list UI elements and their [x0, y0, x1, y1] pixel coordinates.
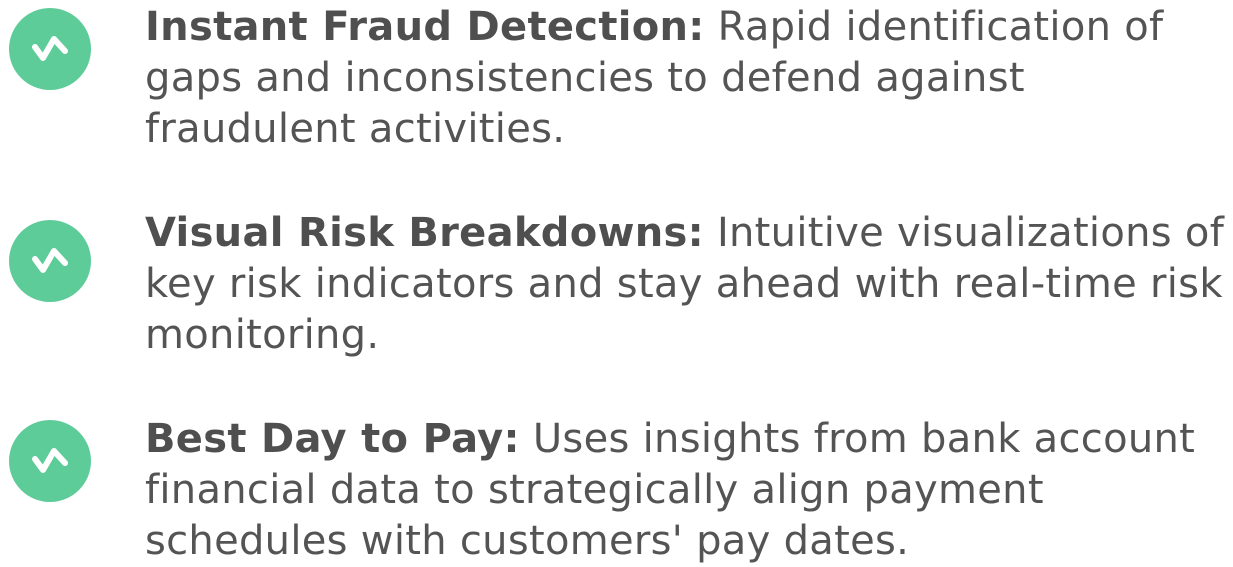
checkmark-zigzag-icon: [9, 420, 91, 502]
checkmark-zigzag-icon: [9, 220, 91, 302]
feature-title: Instant Fraud Detection:: [145, 4, 705, 50]
feature-title: Best Day to Pay:: [145, 416, 520, 462]
feature-text: Best Day to Pay: Uses insights from bank…: [145, 414, 1230, 567]
feature-text: Visual Risk Breakdowns: Intuitive visual…: [145, 208, 1230, 361]
checkmark-zigzag-icon: [9, 8, 91, 90]
feature-text: Instant Fraud Detection: Rapid identific…: [145, 2, 1230, 155]
feature-title: Visual Risk Breakdowns:: [145, 210, 704, 256]
feature-list: Instant Fraud Detection: Rapid identific…: [0, 0, 1233, 567]
